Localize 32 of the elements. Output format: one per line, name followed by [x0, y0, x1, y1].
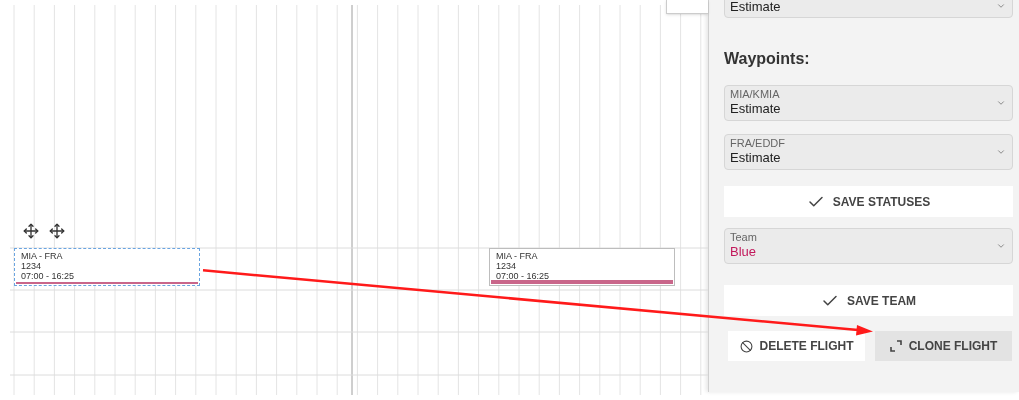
field-value: Blue: [730, 244, 758, 260]
field-label: FRA/EDDF: [730, 137, 786, 150]
field-label: MIA/KMIA: [730, 88, 781, 101]
select-field[interactable]: Estimate: [724, 0, 1013, 18]
flight-time: 07:00 - 16:25: [21, 271, 76, 281]
save-team-button[interactable]: SAVE TEAM: [724, 285, 1013, 316]
select-field[interactable]: FRA/EDDF Estimate: [724, 134, 1013, 170]
chevron-icon: [996, 98, 1006, 108]
select-field[interactable]: Team Blue: [724, 228, 1013, 264]
waypoints-heading: Waypoints:: [724, 49, 811, 69]
flight-route: MIA - FRA: [21, 251, 64, 261]
move-icon[interactable]: [23, 223, 39, 239]
flight-time: 07:00 - 16:25: [496, 271, 551, 281]
field-value: Estimate: [730, 101, 782, 117]
prohibited-icon: [739, 339, 753, 353]
chevron-icon: [996, 147, 1006, 157]
flight-card[interactable]: MIA - FRA 1234 07:00 - 16:25: [489, 248, 675, 286]
flight-number: 1234: [496, 261, 518, 271]
select-field[interactable]: MIA/KMIA Estimate: [724, 85, 1013, 121]
chevron-icon: [996, 241, 1006, 251]
clone-flight-button[interactable]: CLONE FLIGHT: [875, 331, 1012, 361]
field-label: Team: [730, 231, 758, 244]
flight-number: 1234: [21, 261, 43, 271]
move-icon[interactable]: [49, 223, 65, 239]
chevron-icon: [996, 1, 1006, 11]
field-value: Estimate: [730, 0, 782, 15]
delete-flight-button[interactable]: DELETE FLIGHT: [728, 331, 865, 361]
flight-card[interactable]: MIA - FRA 1234 07:00 - 16:25: [14, 248, 200, 286]
flight-route: MIA - FRA: [496, 251, 539, 261]
expand-corners-icon: [889, 340, 902, 352]
save-statuses-button[interactable]: SAVE STATUSES: [724, 186, 1013, 217]
field-value: Estimate: [730, 150, 782, 166]
